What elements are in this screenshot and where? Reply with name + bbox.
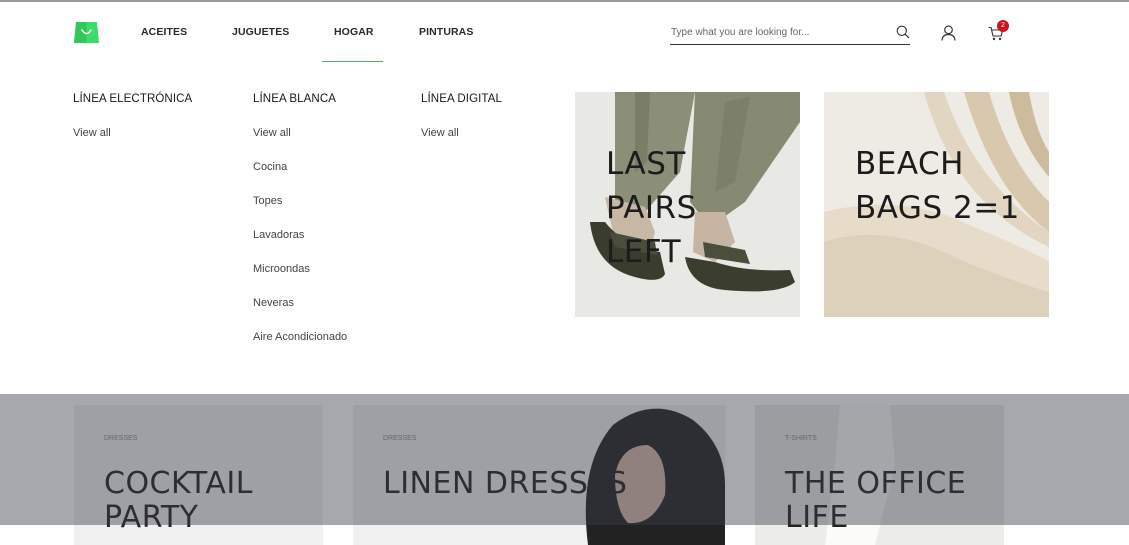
shopping-bag-logo-icon[interactable] bbox=[73, 18, 100, 45]
menu-column-title: LÍNEA BLANCA bbox=[253, 93, 337, 105]
promo-title: LAST PAIRS LEFT bbox=[606, 146, 697, 270]
menu-link-neveras[interactable]: Neveras bbox=[253, 297, 347, 331]
menu-link-cocina[interactable]: Cocina bbox=[253, 161, 347, 195]
nav-active-indicator bbox=[322, 61, 383, 62]
nav-juguetes[interactable]: JUGUETES bbox=[232, 26, 289, 38]
cart-count-badge: 2 bbox=[997, 20, 1009, 32]
menu-link-microondas[interactable]: Microondas bbox=[253, 263, 347, 297]
search-input[interactable] bbox=[670, 21, 885, 43]
nav-aceites[interactable]: ACEITES bbox=[141, 26, 187, 38]
promo-title: BEACH BAGS 2=1 bbox=[855, 146, 1020, 226]
site-header: ACEITES JUGUETES HOGAR PINTURAS 2 bbox=[0, 2, 1129, 62]
promo-beach-bags[interactable]: BEACH BAGS 2=1 bbox=[824, 92, 1049, 317]
menu-link-aire-acondicionado[interactable]: Aire Acondicionado bbox=[253, 331, 347, 365]
menu-link-view-all[interactable]: View all bbox=[421, 127, 502, 161]
nav-pinturas[interactable]: PINTURAS bbox=[419, 26, 473, 38]
menu-column-linea-blanca: LÍNEA BLANCA View all Cocina Topes Lavad… bbox=[253, 93, 347, 365]
mega-menu: LÍNEA ELECTRÓNICA View all LÍNEA BLANCA … bbox=[0, 62, 1129, 394]
promo-last-pairs[interactable]: LAST PAIRS LEFT bbox=[575, 92, 800, 317]
menu-column-title: LÍNEA DIGITAL bbox=[421, 93, 502, 105]
menu-backdrop-overlay[interactable] bbox=[0, 394, 1129, 525]
nav-hogar[interactable]: HOGAR bbox=[334, 26, 374, 38]
menu-link-topes[interactable]: Topes bbox=[253, 195, 347, 229]
menu-link-view-all[interactable]: View all bbox=[73, 127, 192, 161]
menu-link-view-all[interactable]: View all bbox=[253, 127, 347, 161]
menu-column-title: LÍNEA ELECTRÓNICA bbox=[73, 93, 193, 105]
menu-column-linea-digital: LÍNEA DIGITAL View all bbox=[421, 93, 502, 161]
search-bar bbox=[670, 21, 910, 45]
menu-link-lavadoras[interactable]: Lavadoras bbox=[253, 229, 347, 263]
search-icon[interactable] bbox=[896, 25, 910, 39]
menu-column-linea-electronica: LÍNEA ELECTRÓNICA View all bbox=[73, 93, 192, 161]
user-account-icon[interactable] bbox=[941, 25, 956, 41]
